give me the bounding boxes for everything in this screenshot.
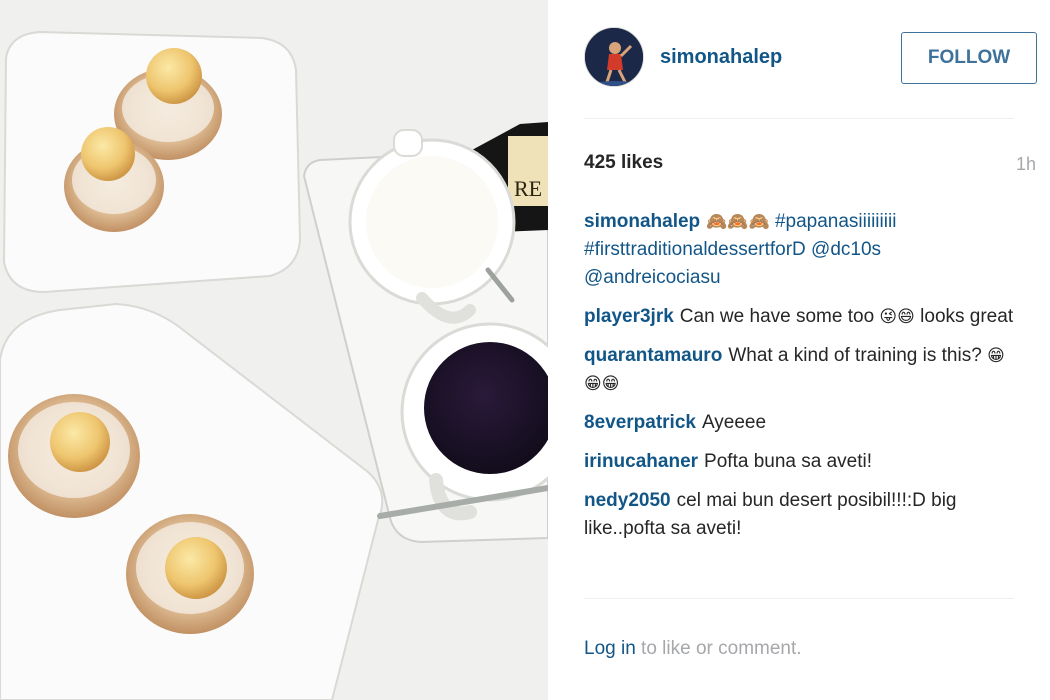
comment-username[interactable]: player3jrk [584, 306, 674, 327]
avatar[interactable] [584, 27, 644, 87]
header-divider [584, 118, 1014, 119]
comment-text: Pofta buna sa aveti! [704, 451, 872, 472]
comment-username[interactable]: quarantamauro [584, 345, 722, 366]
login-link[interactable]: Log in [584, 638, 636, 659]
post-sidebar: simonahalep FOLLOW 425 likes 1h simonaha… [548, 0, 1050, 700]
username-link[interactable]: simonahalep [660, 46, 782, 69]
post-stats: 425 likes 1h [584, 152, 1036, 180]
post-time[interactable]: 1h [1016, 154, 1036, 175]
comment-list[interactable]: simonahalep 🙈🙈🙈 #papanasiiiiiiiii #firstt… [584, 208, 1014, 598]
comment-username[interactable]: irinucahaner [584, 451, 698, 472]
caption: simonahalep 🙈🙈🙈 #papanasiiiiiiiii #firstt… [584, 208, 1014, 292]
list-item: player3jrk Can we have some too 😜😄 looks … [584, 303, 1014, 331]
avatar-image [585, 28, 643, 86]
wink-emoji: 😜😄 [879, 307, 915, 327]
login-prompt: Log in to like or comment. [584, 638, 802, 660]
comment-username[interactable]: 8everpatrick [584, 412, 696, 433]
comment-text: Can we have some too [679, 306, 875, 327]
comment-text-continued: looks great [920, 306, 1014, 327]
comment-text: What a kind of training is this? [728, 345, 982, 366]
hashtag-papanasi[interactable]: #papanasiiiiiiiii [775, 211, 896, 232]
mention-andreicociasu[interactable]: @andreicociasu [584, 267, 721, 288]
list-item: 8everpatrick Ayeeee [584, 409, 1014, 437]
list-item: nedy2050 cel mai bun desert posibil!!!:D … [584, 487, 1014, 543]
login-prompt-text: to like or comment. [635, 638, 802, 659]
top-plate [2, 30, 302, 294]
hashtag-firsttraditionaldessert[interactable]: #firsttraditionaldessertforD [584, 239, 806, 260]
mention-dc10s[interactable]: @dc10s [811, 239, 881, 260]
footer-divider [584, 598, 1014, 599]
monkey-emoji: 🙈🙈🙈 [706, 212, 770, 232]
dessert-photo-illustration: RE [0, 0, 548, 700]
comment-text: Ayeeee [701, 412, 767, 433]
svg-text:RE: RE [514, 176, 542, 201]
caption-username[interactable]: simonahalep [584, 211, 700, 232]
likes-count[interactable]: 425 likes [584, 152, 663, 174]
comment-username[interactable]: nedy2050 [584, 490, 671, 511]
list-item: irinucahaner Pofta buna sa aveti! [584, 448, 1014, 476]
post-photo[interactable]: RE [0, 0, 548, 700]
follow-button[interactable]: FOLLOW [901, 32, 1037, 84]
list-item: quarantamauro What a kind of training is … [584, 342, 1014, 398]
